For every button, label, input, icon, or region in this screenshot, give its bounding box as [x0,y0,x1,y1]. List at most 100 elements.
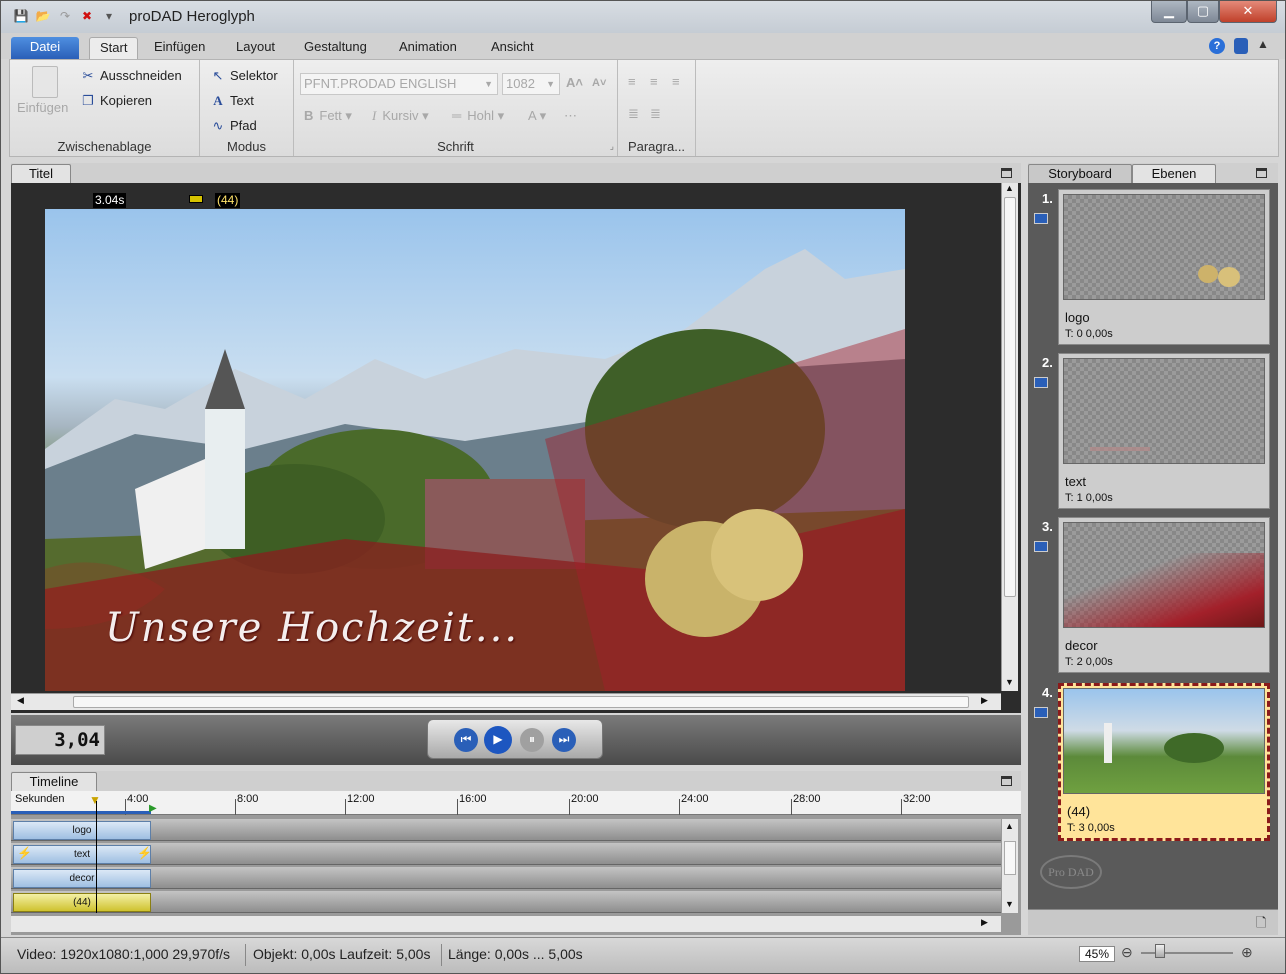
timeline-horizontal-scrollbar[interactable]: ▶ [11,915,1001,932]
maximize-panel-icon[interactable] [1001,168,1012,178]
font-size-select[interactable]: 1082 ▼ [502,73,560,95]
scroll-thumb[interactable] [73,696,969,708]
preview-viewer: 3.04s (44) Unsere Hochzeit... ▲ ▼ ◀ ▶ [11,183,1021,713]
font-family-select[interactable]: PFNT.PRODAD ENGLISH ▼ [300,73,498,95]
new-layer-icon[interactable]: 🗋 [1256,914,1266,936]
justify-icon[interactable]: ≣ [628,106,639,122]
zoom-out-icon[interactable]: ⊖ [1121,944,1133,961]
selector-button[interactable]: ↖ Selektor [210,68,278,84]
layer-item[interactable]: logo T: 0 0,00s [1058,189,1270,345]
skip-end-icon[interactable]: ⏭ [552,728,576,752]
scroll-down-icon[interactable]: ▼ [1005,899,1014,909]
maximize-panel-icon[interactable] [1256,168,1267,178]
maximize-panel-icon[interactable] [1001,776,1012,786]
tab-einfuegen[interactable]: Einfügen [144,37,215,59]
mode-group: ↖ Selektor A Text ∿ Pfad Modus [200,60,294,156]
delete-icon[interactable]: ✖ [79,8,95,24]
align-left-icon[interactable]: ≡ [628,74,636,89]
ribbon-collapse-icon[interactable]: ▲ [1257,37,1269,51]
tab-ebenen[interactable]: Ebenen [1132,164,1216,184]
tab-storyboard[interactable]: Storyboard [1028,164,1132,184]
shrink-font-icon[interactable]: A˅ [592,77,606,89]
tab-animation[interactable]: Animation [389,37,467,59]
tab-timeline[interactable]: Timeline [11,772,97,792]
text-mode-button[interactable]: A Text [210,93,254,109]
timeline-track[interactable]: logo [11,819,1001,841]
playhead-icon[interactable]: ▼ [89,793,101,807]
scroll-thumb[interactable] [1004,197,1016,597]
time-ruler[interactable]: Sekunden 4:00 8:00 12:00 16:00 20:00 24:… [11,791,1021,815]
maximize-button[interactable]: ▢ [1187,1,1219,23]
play-icon[interactable]: ▶ [484,726,512,754]
dialog-launcher-icon[interactable]: ⌟ [610,141,614,152]
tab-ansicht[interactable]: Ansicht [481,37,544,59]
scroll-thumb[interactable] [1004,841,1016,875]
track-clip[interactable]: decor [13,869,151,888]
timeline-track[interactable]: (44) [11,891,1001,913]
align-center-icon[interactable]: ≡ [650,74,658,89]
justify-all-icon[interactable]: ≣ [650,106,661,122]
paste-button[interactable]: Einfügen [17,100,68,115]
monitor-icon[interactable] [1034,377,1048,388]
timeline-vertical-scrollbar[interactable]: ▲ ▼ [1001,819,1018,913]
align-right-icon[interactable]: ≡ [672,74,680,89]
zoom-in-icon[interactable]: ⊕ [1241,944,1253,961]
layer-item[interactable]: decor T: 2 0,00s [1058,517,1270,673]
timecode-display[interactable]: 3,04 [15,725,105,755]
caption-text[interactable]: Unsere Hochzeit... [105,605,519,651]
length-info: Länge: 0,00s ... 5,00s [448,946,583,962]
italic-button[interactable]: I Kursiv ▾ [372,108,429,124]
track-clip[interactable]: text [13,845,151,864]
frame-readout: (44) [215,193,241,208]
minimize-button[interactable]: ▁ [1151,1,1187,23]
scroll-up-icon[interactable]: ▲ [1005,821,1014,831]
zoom-slider-thumb[interactable] [1155,944,1165,958]
preview-canvas[interactable]: Unsere Hochzeit... [45,209,905,691]
timeline-track[interactable]: decor [11,867,1001,889]
layer-item-selected[interactable]: (44) T: 3 0,00s [1058,683,1270,841]
bold-button[interactable]: B Fett ▾ [304,108,352,124]
scissors-icon: ✂ [82,68,94,83]
tab-datei[interactable]: Datei [11,37,79,59]
open-icon[interactable]: 📂 [35,8,51,24]
grow-font-icon[interactable]: A˄ [566,75,583,90]
timeline-track[interactable]: text ⚡ ⚡ [11,843,1001,865]
settings-icon[interactable] [1234,38,1248,54]
pause-icon[interactable]: ⏸ [520,728,544,752]
help-icon[interactable]: ? [1209,38,1225,54]
font-color-button[interactable]: A ▾ [528,108,546,124]
quickaccess-more-icon[interactable]: ▾ [101,8,117,24]
scroll-right-icon[interactable]: ▶ [981,917,988,928]
hollow-button[interactable]: ═ Hohl ▾ [452,108,504,124]
redo-icon[interactable]: ↷ [57,8,73,24]
monitor-icon[interactable] [1034,541,1048,552]
monitor-icon[interactable] [1034,707,1048,718]
tab-layout[interactable]: Layout [226,37,285,59]
tab-gestaltung[interactable]: Gestaltung [294,37,377,59]
cut-button[interactable]: ✂ Ausschneiden [80,68,182,84]
work-range-bar[interactable] [11,811,151,814]
tab-titel[interactable]: Titel [11,164,71,184]
scroll-up-icon[interactable]: ▲ [1005,183,1014,193]
save-icon[interactable]: 💾 [13,8,29,24]
skip-start-icon[interactable]: ⏮ [454,728,478,752]
copy-button[interactable]: ❐ Kopieren [80,93,152,109]
scroll-left-icon[interactable]: ◀ [17,695,24,706]
viewer-vertical-scrollbar[interactable]: ▲ ▼ [1001,183,1018,691]
more-font-icon[interactable]: ⋯ [564,108,577,124]
path-mode-button[interactable]: ∿ Pfad [210,118,257,134]
track-clip[interactable]: logo [13,821,151,840]
tab-start[interactable]: Start [89,37,139,59]
zoom-level[interactable]: 45% [1079,946,1115,962]
layer-time: T: 2 0,00s [1065,656,1113,668]
track-clip[interactable]: (44) [13,893,151,912]
scroll-down-icon[interactable]: ▼ [1005,677,1014,687]
monitor-icon[interactable] [1034,213,1048,224]
layer-thumbnail [1063,194,1265,300]
viewer-horizontal-scrollbar[interactable]: ◀ ▶ [11,693,1001,710]
layer-item[interactable]: text T: 1 0,00s [1058,353,1270,509]
scroll-right-icon[interactable]: ▶ [981,695,988,706]
video-info: Video: 1920x1080:1,000 29,970f/s [17,946,231,962]
close-button[interactable]: ✕ [1219,1,1277,23]
end-marker-icon[interactable]: ▶ [149,803,157,814]
